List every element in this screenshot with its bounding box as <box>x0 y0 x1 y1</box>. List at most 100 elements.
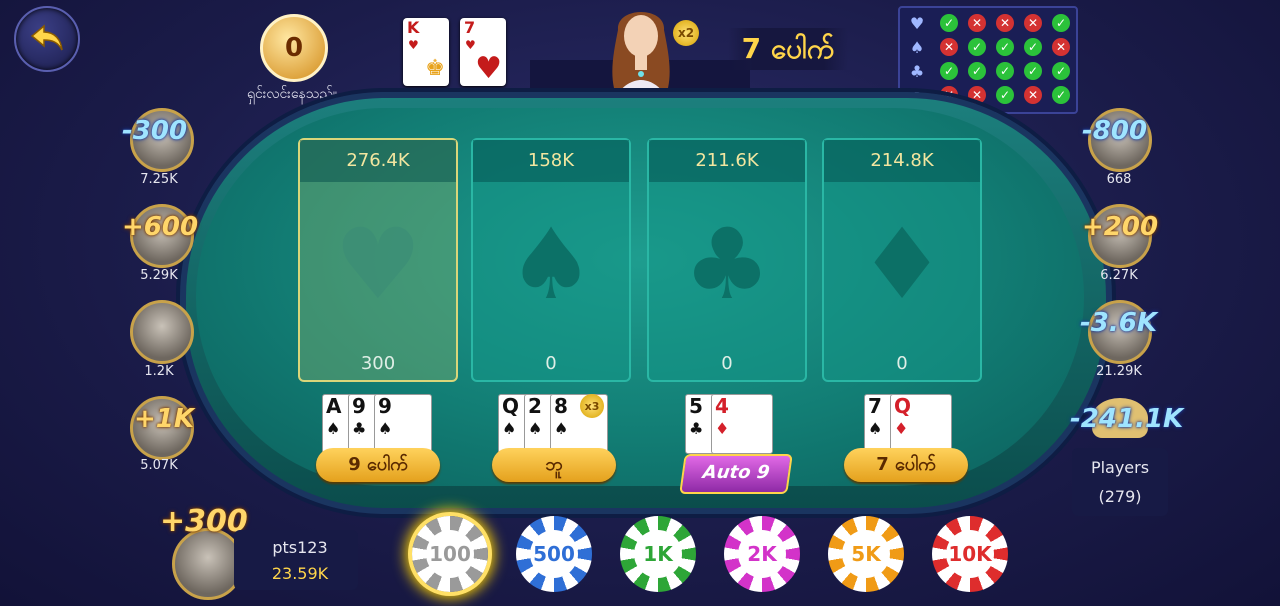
bet-area-total: 211.6K <box>649 140 805 182</box>
hand-card: 4 ♦ <box>711 394 773 454</box>
my-balance: 23.59K <box>271 564 329 583</box>
player-score: 21.29K <box>1096 364 1142 379</box>
bet-area-my-bet: 0 <box>721 353 733 374</box>
bet-area-my-bet: 300 <box>360 353 396 374</box>
bet-area-my-bet: 0 <box>545 353 557 374</box>
check-icon: ✓ <box>968 62 986 80</box>
player-delta: -3.6K <box>1080 308 1157 338</box>
banker-card-2: 7 ♥ ♥ <box>460 18 506 86</box>
hand-result-label: ဘူ <box>492 448 616 482</box>
cross-icon: ✕ <box>1024 14 1042 32</box>
card-rank: Q <box>894 394 912 418</box>
bet-area-total: 158K <box>473 140 629 182</box>
card-suit: ♠ <box>378 419 393 438</box>
card-rank: 7 <box>464 18 476 37</box>
hand-multiplier-badge: x3 <box>580 394 604 418</box>
card-suit: ♣ <box>352 419 367 438</box>
card-rank: 4 <box>715 394 729 418</box>
chip-1k[interactable]: 1K <box>620 516 696 592</box>
card-rank: 9 <box>378 394 392 418</box>
card-suit: ♣ <box>689 419 704 438</box>
spade-icon: ♠ <box>909 38 925 57</box>
check-icon: ✓ <box>1052 14 1070 32</box>
card-rank: 5 <box>689 394 703 418</box>
card-rank: 8 <box>554 394 568 418</box>
players-label: Players <box>1090 458 1150 477</box>
chip-label: 1K <box>634 530 682 578</box>
chip-label: 500 <box>530 530 578 578</box>
card-rank: 9 <box>352 394 366 418</box>
cross-icon: ✕ <box>940 38 958 56</box>
king-face-icon: ♚ <box>425 56 445 81</box>
check-icon: ✓ <box>968 38 986 56</box>
check-icon: ✓ <box>996 86 1014 104</box>
card-suit: ♠ <box>554 419 569 438</box>
dealer-multiplier-badge: x2 <box>673 20 699 46</box>
club-icon: ♣ <box>683 208 771 322</box>
bet-area-my-bet: 0 <box>896 353 908 374</box>
club-icon: ♣ <box>909 62 925 81</box>
cross-icon: ✕ <box>968 14 986 32</box>
player-delta: +600 <box>122 212 199 242</box>
hand-card: 9 ♠ <box>374 394 432 454</box>
chip-5k[interactable]: 5K <box>828 516 904 592</box>
spade-icon: ♠ <box>507 208 595 322</box>
check-icon: ✓ <box>1024 38 1042 56</box>
chip-100[interactable]: 100 <box>412 516 488 592</box>
countdown-timer: 0 <box>260 14 328 82</box>
player-delta: +1K <box>134 404 195 434</box>
card-rank: A <box>326 394 342 418</box>
card-rank: 2 <box>528 394 542 418</box>
check-icon: ✓ <box>940 14 958 32</box>
cross-icon: ✕ <box>996 14 1014 32</box>
players-list-button[interactable]: Players (279) <box>1072 448 1168 516</box>
timer-value: 0 <box>284 33 304 63</box>
player-score: 668 <box>1106 172 1132 187</box>
card-suit: ♦ <box>715 419 730 438</box>
players-count: (279) <box>1098 487 1142 506</box>
bet-area-clubs[interactable]: 211.6K ♣ 0 <box>647 138 807 382</box>
player-score: 7.25K <box>140 172 178 187</box>
chip-label: 2K <box>738 530 786 578</box>
bet-area-diamonds[interactable]: 214.8K ♦ 0 <box>822 138 982 382</box>
check-icon: ✓ <box>1052 86 1070 104</box>
card-rank: Q <box>502 394 520 418</box>
bet-area-spades[interactable]: 158K ♠ 0 <box>471 138 631 382</box>
auto-9-badge: Auto 9 <box>679 454 793 494</box>
bet-area-total: 214.8K <box>824 140 980 182</box>
back-button[interactable] <box>14 6 80 72</box>
card-suit: ♠ <box>868 419 883 438</box>
history-row: ♥ ✓ ✕ ✕ ✕ ✓ <box>904 12 1074 36</box>
chip-2k[interactable]: 2K <box>724 516 800 592</box>
history-row: ♣ ✓ ✓ ✓ ✓ ✓ <box>904 60 1074 84</box>
hand-result-label: 9 ပေါက် <box>316 448 440 482</box>
player-score: 1.2K <box>144 364 174 379</box>
card-rank: 7 <box>868 394 882 418</box>
cross-icon: ✕ <box>1024 86 1042 104</box>
player-avatar[interactable] <box>130 300 194 364</box>
check-icon: ✓ <box>1024 62 1042 80</box>
back-arrow-icon <box>30 24 63 51</box>
card-suit: ♠ <box>326 419 341 438</box>
chip-label: 5K <box>842 530 890 578</box>
card-rank: K <box>407 18 420 37</box>
bet-area-hearts[interactable]: 276.4K ♥ 300 <box>298 138 458 382</box>
player-delta: -241.1K <box>1070 404 1184 434</box>
hand-result-label: 7 ပေါက် <box>844 448 968 482</box>
bet-area-total: 276.4K <box>300 140 456 182</box>
player-score: 5.29K <box>140 268 178 283</box>
banker-card-1: K ♥ ♚ <box>403 18 449 86</box>
cross-icon: ✕ <box>1052 38 1070 56</box>
check-icon: ✓ <box>996 38 1014 56</box>
heart-icon: ♥ <box>334 208 422 322</box>
player-score: 5.07K <box>140 458 178 473</box>
player-delta: -800 <box>1082 116 1148 146</box>
card-suit: ♦ <box>894 419 909 438</box>
player-score: 6.27K <box>1100 268 1138 283</box>
heart-icon: ♥ <box>909 14 925 33</box>
chip-500[interactable]: 500 <box>516 516 592 592</box>
my-name: pts123 <box>272 538 328 557</box>
chip-10k[interactable]: 10K <box>932 516 1008 592</box>
banker-result-label: 7 ပေါက် <box>728 28 848 70</box>
chip-label: 100 <box>426 530 474 578</box>
